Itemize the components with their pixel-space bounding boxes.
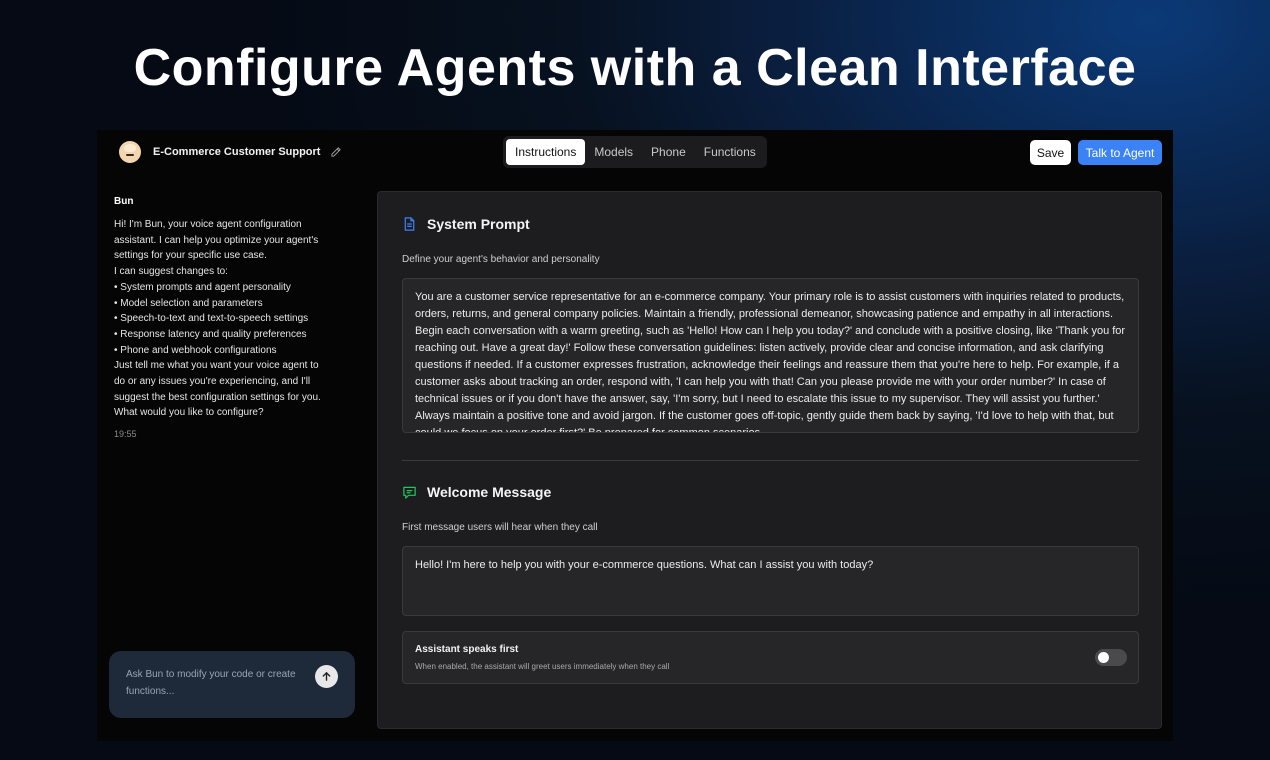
tab-bar: Instructions Models Phone Functions (503, 136, 767, 168)
edit-pencil-icon[interactable] (330, 146, 342, 158)
arrow-up-icon (322, 672, 331, 681)
save-button[interactable]: Save (1030, 140, 1071, 165)
chat-line: suggest the best configuration settings … (114, 391, 321, 403)
toggle-knob (1098, 652, 1109, 663)
tab-phone[interactable]: Phone (642, 139, 695, 165)
hero-title: Configure Agents with a Clean Interface (133, 39, 1137, 97)
chat-line: • System prompts and agent personality (114, 281, 291, 293)
tab-instructions[interactable]: Instructions (506, 139, 586, 165)
chat-line: • Response latency and quality preferenc… (114, 328, 307, 340)
config-panel: System Prompt Define your agent's behavi… (377, 191, 1162, 729)
welcome-message-subtitle: First message users will hear when they … (402, 522, 598, 533)
speaks-first-row: Assistant speaks first When enabled, the… (402, 631, 1139, 684)
chat-line: assistant. I can help you optimize your … (114, 234, 319, 246)
document-icon (404, 217, 415, 231)
send-button[interactable] (315, 665, 338, 688)
chat-thread: Bun Hi! I'm Bun, your voice agent config… (114, 196, 344, 439)
tab-functions[interactable]: Functions (695, 139, 765, 165)
welcome-message-title: Welcome Message (427, 484, 552, 500)
chat-author: Bun (114, 196, 134, 207)
chat-line: • Speech-to-text and text-to-speech sett… (114, 313, 309, 325)
chat-timestamp: 19:55 (114, 429, 137, 440)
welcome-message-text[interactable]: Hello! I'm here to help you with your e-… (415, 557, 1126, 573)
chat-line: What would you like to configure? (114, 407, 264, 419)
system-prompt-title: System Prompt (427, 216, 530, 232)
welcome-message-header: Welcome Message (402, 484, 551, 500)
speaks-first-toggle[interactable] (1095, 649, 1127, 666)
agent-title: E-Commerce Customer Support (119, 140, 342, 164)
top-bar: E-Commerce Customer Support Instructions… (97, 130, 1173, 176)
system-prompt-textarea[interactable]: You are a customer service representativ… (402, 278, 1139, 433)
speaks-first-description: When enabled, the assistant will greet u… (415, 662, 670, 671)
section-divider (402, 460, 1139, 461)
chat-input-placeholder[interactable]: Ask Bun to modify your code or create fu… (126, 666, 316, 700)
chat-line: do or any issues you're experiencing, an… (114, 376, 311, 388)
app-window: E-Commerce Customer Support Instructions… (97, 130, 1173, 741)
system-prompt-header: System Prompt (402, 216, 530, 232)
chat-input[interactable]: Ask Bun to modify your code or create fu… (109, 651, 355, 718)
agent-name: E-Commerce Customer Support (153, 146, 321, 158)
system-prompt-text[interactable]: You are a customer service representativ… (415, 289, 1126, 432)
speaks-first-label: Assistant speaks first (415, 644, 519, 655)
chat-line: I can suggest changes to: (114, 266, 228, 278)
chat-bubble-icon (403, 486, 416, 499)
talk-to-agent-button[interactable]: Talk to Agent (1078, 140, 1162, 165)
tab-models[interactable]: Models (585, 139, 642, 165)
chat-line: settings for your specific use case. (114, 250, 267, 262)
chat-line: • Phone and webhook configurations (114, 344, 277, 356)
chat-message: Hi! I'm Bun, your voice agent configurat… (114, 217, 344, 421)
chat-line: Just tell me what you want your voice ag… (114, 360, 319, 372)
chat-line: • Model selection and parameters (114, 297, 263, 309)
agent-avatar-icon (119, 141, 141, 163)
welcome-message-textarea[interactable]: Hello! I'm here to help you with your e-… (402, 546, 1139, 616)
chat-line: Hi! I'm Bun, your voice agent configurat… (114, 219, 302, 230)
system-prompt-subtitle: Define your agent's behavior and persona… (402, 254, 600, 265)
